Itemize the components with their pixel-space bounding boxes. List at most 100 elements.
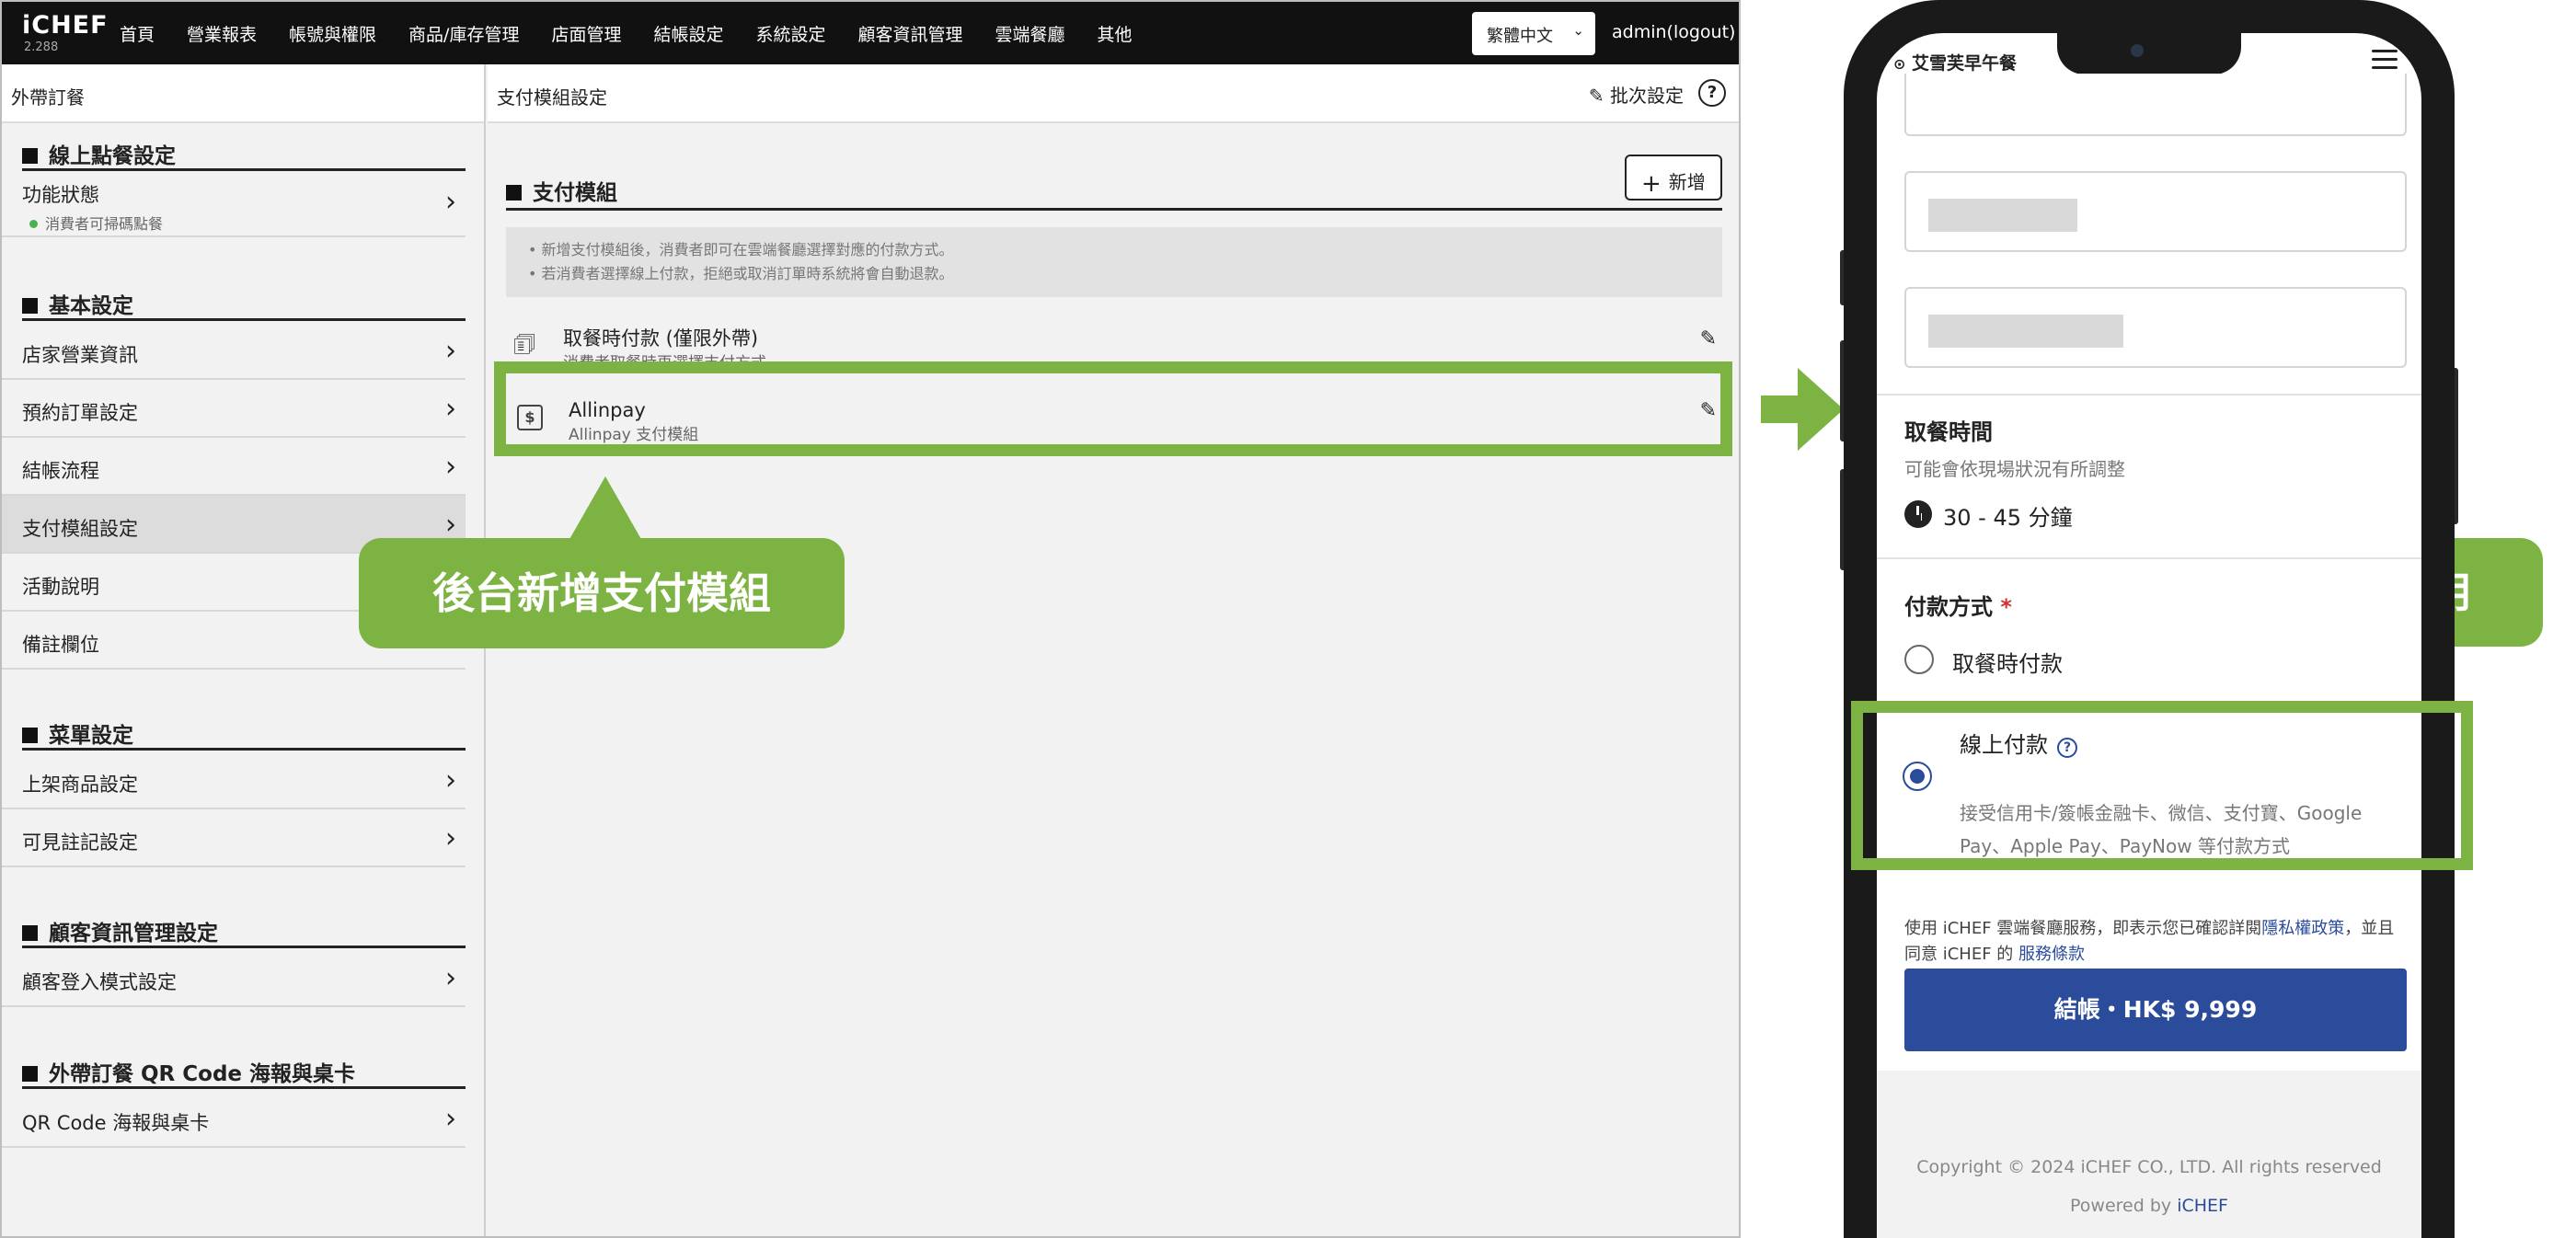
terms-of-service-link[interactable]: 服務條款 — [2018, 945, 2085, 964]
nav-item-home[interactable]: 首頁 — [120, 21, 155, 46]
nav-item-customers[interactable]: 顧客資訊管理 — [858, 21, 963, 46]
clock-icon — [1904, 500, 1932, 528]
help-icon[interactable]: ? — [1698, 79, 1726, 107]
settings-sidebar: 外帶訂餐 線上點餐設定 功能狀態 消費者可掃碼點餐 › 基本設定 店家營業資訊 … — [2, 64, 486, 1236]
nav-item-accounts[interactable]: 帳號與權限 — [289, 21, 376, 46]
powered-by-text: Powered by iCHEF — [2070, 1196, 2228, 1216]
note-line: • 新增支付模組後，消費者即可在雲端餐廳選擇對應的付款方式。 — [528, 241, 954, 258]
top-navigation-bar: iCHEF 2.288 首頁 營業報表 帳號與權限 商品/庫存管理 店面管理 結… — [2, 2, 1739, 64]
section-divider — [22, 1086, 466, 1089]
chevron-right-icon: › — [445, 335, 456, 367]
ichef-logo[interactable]: iCHEF — [22, 11, 109, 40]
nav-item-store[interactable]: 店面管理 — [551, 21, 621, 46]
chevron-right-icon: › — [445, 451, 456, 483]
language-select[interactable]: 繁體中文 ⌄ — [1472, 12, 1595, 55]
sidebar-item-visible-tags[interactable]: 可見註記設定 › — [2, 809, 466, 867]
checkout-button[interactable]: 結帳・HK$ 9,999 — [1904, 969, 2407, 1051]
shop-name-label: 艾雪芙早午餐 — [1912, 53, 2018, 74]
sidebar-item-checkout-flow[interactable]: 結帳流程 › — [2, 438, 466, 496]
sidebar-item-login-mode[interactable]: 顧客登入模式設定 › — [2, 949, 466, 1007]
sidebar-item-feature-status[interactable]: 功能狀態 消費者可掃碼點餐 › — [2, 173, 466, 237]
main-nav: 首頁 營業報表 帳號與權限 商品/庫存管理 店面管理 結帳設定 系統設定 顧客資… — [120, 2, 1165, 64]
add-module-button[interactable]: + 新增 — [1625, 155, 1722, 201]
hamburger-menu-icon[interactable] — [2372, 50, 2398, 75]
add-module-label: 新增 — [1668, 171, 1706, 193]
phone-screen: ⊙ 艾雪芙早午餐 取餐時間 可能會依現場狀況有所調整 30 - 45 分鐘 付款… — [1877, 33, 2421, 1238]
chevron-right-icon: › — [445, 962, 456, 994]
chevron-right-icon: › — [445, 186, 456, 218]
admin-window: iCHEF 2.288 首頁 營業報表 帳號與權限 商品/庫存管理 店面管理 結… — [0, 0, 1741, 1238]
sidebar-item-label: 備註欄位 — [22, 634, 99, 656]
location-icon: ⊙ — [1893, 55, 1906, 73]
payment-method-title: 付款方式 * — [1904, 594, 2012, 620]
nav-item-products[interactable]: 商品/庫存管理 — [408, 21, 519, 46]
form-field[interactable] — [1904, 171, 2407, 252]
sidebar-header: 外帶訂餐 — [2, 64, 484, 123]
form-field[interactable] — [1904, 287, 2407, 368]
module-name: 取餐時付款 (僅限外帶) — [563, 327, 759, 350]
nav-item-reports[interactable]: 營業報表 — [187, 21, 257, 46]
required-mark: * — [2000, 594, 2012, 620]
camera-icon — [2131, 44, 2144, 57]
chevron-right-icon: › — [445, 764, 456, 797]
nav-item-other[interactable]: 其他 — [1098, 21, 1133, 46]
sidebar-item-store-info[interactable]: 店家營業資訊 › — [2, 322, 466, 380]
sidebar-item-qrcode-poster[interactable]: QR Code 海報與桌卡 › — [2, 1090, 466, 1148]
privacy-policy-link[interactable]: 隱私權政策 — [2261, 919, 2344, 938]
radio-pay-at-pickup[interactable] — [1904, 645, 1934, 674]
section-divider — [22, 946, 466, 948]
redacted-value — [1928, 199, 2077, 232]
pickup-time-subtitle: 可能會依現場狀況有所調整 — [1904, 458, 2125, 480]
plus-icon: + — [1641, 170, 1662, 198]
chevron-right-icon: › — [445, 393, 456, 425]
nav-item-system[interactable]: 系統設定 — [755, 21, 825, 46]
pickup-time-title: 取餐時間 — [1904, 419, 1993, 445]
chevron-right-icon: › — [445, 1103, 456, 1135]
highlight-box-allinpay — [494, 361, 1732, 456]
callout-admin: 後台新增支付模組 — [359, 538, 845, 648]
sidebar-item-label: 店家營業資訊 — [22, 344, 138, 366]
divider — [1877, 394, 2421, 395]
sidebar-item-label: 功能狀態 — [22, 184, 99, 206]
chevron-right-icon: › — [445, 509, 456, 541]
phone-frame: ⊙ 艾雪芙早午餐 取餐時間 可能會依現場狀況有所調整 30 - 45 分鐘 付款… — [1844, 0, 2455, 1238]
phone-notch — [2057, 33, 2241, 75]
sidebar-item-label: 活動說明 — [22, 576, 99, 598]
edit-icon[interactable]: ✎ — [1700, 327, 1717, 350]
page-title: 支付模組設定 — [497, 86, 607, 109]
sidebar-item-reservation[interactable]: 預約訂單設定 › — [2, 380, 466, 438]
sidebar-item-label: 預約訂單設定 — [22, 402, 138, 424]
form-field[interactable] — [1904, 74, 2407, 136]
section-title-qrcode: 外帶訂餐 QR Code 海報與桌卡 — [22, 1056, 355, 1087]
shop-name[interactable]: ⊙ 艾雪芙早午餐 — [1893, 50, 2017, 75]
redacted-value — [1928, 315, 2123, 348]
divider — [1877, 557, 2421, 559]
section-title-customer: 顧客資訊管理設定 — [22, 915, 218, 946]
sidebar-item-listed-products[interactable]: 上架商品設定 › — [2, 751, 466, 809]
copyright-text: Copyright © 2024 iCHEF CO., LTD. All rig… — [1916, 1157, 2382, 1177]
content-header: 支付模組設定 ✎ 批次設定 ? — [488, 64, 1739, 123]
sidebar-item-label: 結帳流程 — [22, 460, 99, 482]
chevron-down-icon: ⌄ — [1572, 22, 1584, 39]
option-label-pay-at-pickup[interactable]: 取餐時付款 — [1952, 646, 2063, 678]
nav-item-cloud-restaurant[interactable]: 雲端餐廳 — [995, 21, 1065, 46]
chevron-right-icon: › — [445, 822, 456, 854]
batch-settings-label: 批次設定 — [1610, 85, 1684, 107]
language-value: 繁體中文 — [1487, 27, 1553, 46]
section-title-basic: 基本設定 — [22, 288, 133, 319]
arrow-right-icon — [1761, 368, 1844, 451]
sidebar-item-label: 可見註記設定 — [22, 831, 138, 854]
edit-icon: ✎ — [1588, 85, 1604, 107]
section-title-online-ordering: 線上點餐設定 — [22, 138, 176, 169]
sidebar-item-label: QR Code 海報與桌卡 — [22, 1112, 210, 1134]
section-divider — [22, 748, 466, 751]
highlight-box-online-payment — [1851, 701, 2473, 870]
ichef-link[interactable]: iCHEF — [2177, 1196, 2228, 1216]
sidebar-item-label: 支付模組設定 — [22, 518, 138, 540]
logout-link[interactable]: admin(logout) — [1612, 22, 1735, 42]
nav-item-checkout[interactable]: 結帳設定 — [653, 21, 723, 46]
section-divider — [506, 208, 1722, 211]
sidebar-item-label: 上架商品設定 — [22, 774, 138, 796]
batch-settings-button[interactable]: ✎ 批次設定 — [1589, 81, 1684, 108]
info-notes: • 新增支付模組後，消費者即可在雲端餐廳選擇對應的付款方式。 • 若消費者選擇線… — [506, 227, 1722, 297]
